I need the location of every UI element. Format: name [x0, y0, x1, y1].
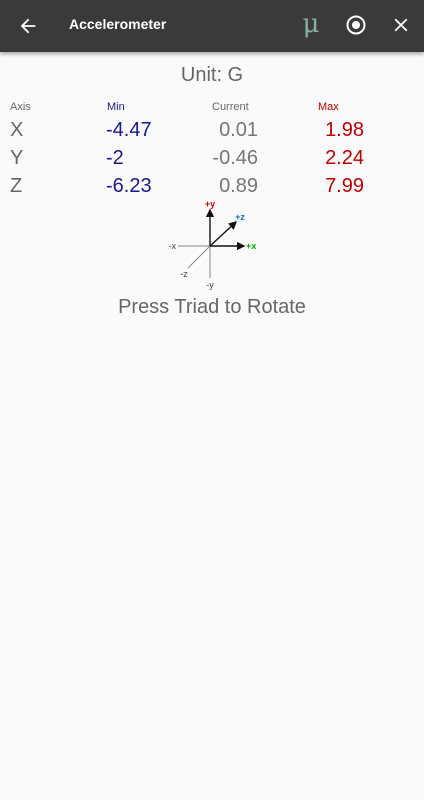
- pos-y-label: +y: [205, 199, 215, 209]
- table-row-x: X -4.47 0.01 1.98: [0, 119, 424, 147]
- current-value: 0.01: [219, 119, 258, 141]
- page-title: Accelerometer: [69, 16, 167, 32]
- close-icon: [394, 18, 408, 32]
- record-button[interactable]: [341, 10, 371, 40]
- arrow-back-icon: [20, 18, 36, 34]
- axis-name: X: [10, 119, 24, 141]
- max-header: Max: [318, 101, 339, 113]
- table-row-y: Y -2 -0.46 2.24: [0, 147, 424, 175]
- pos-z-axis-arrow: [209, 221, 238, 247]
- min-header: Min: [107, 101, 125, 113]
- pos-x-label: +x: [246, 241, 256, 251]
- max-value: 1.98: [325, 119, 364, 141]
- max-value: 2.24: [325, 147, 364, 169]
- min-value: -4.47: [106, 119, 152, 141]
- current-value: 0.89: [219, 175, 258, 197]
- axis-triad-button[interactable]: +y +z +x -x -z -y: [160, 196, 264, 292]
- neg-z-label: -z: [180, 269, 188, 279]
- back-button[interactable]: [12, 10, 44, 42]
- neg-z-axis-line: [187, 245, 211, 269]
- max-value: 7.99: [325, 175, 364, 197]
- min-value: -2: [106, 147, 124, 169]
- record-target-icon: [346, 15, 366, 35]
- neg-y-label: -y: [206, 280, 214, 290]
- mu-button[interactable]: μ: [297, 8, 325, 40]
- pos-z-label: +z: [235, 212, 245, 222]
- rotate-prompt: Press Triad to Rotate: [118, 296, 306, 318]
- close-button[interactable]: [386, 10, 416, 40]
- neg-x-label: -x: [169, 241, 177, 251]
- unit-label: Unit: G: [180, 64, 244, 86]
- app-bar: Accelerometer μ: [0, 0, 424, 52]
- current-header: Current: [212, 101, 249, 113]
- axis-name: Z: [10, 175, 23, 197]
- axis-name: Y: [10, 147, 24, 169]
- axis-header: Axis: [10, 101, 31, 113]
- current-value: -0.46: [212, 147, 258, 169]
- min-value: -6.23: [106, 175, 152, 197]
